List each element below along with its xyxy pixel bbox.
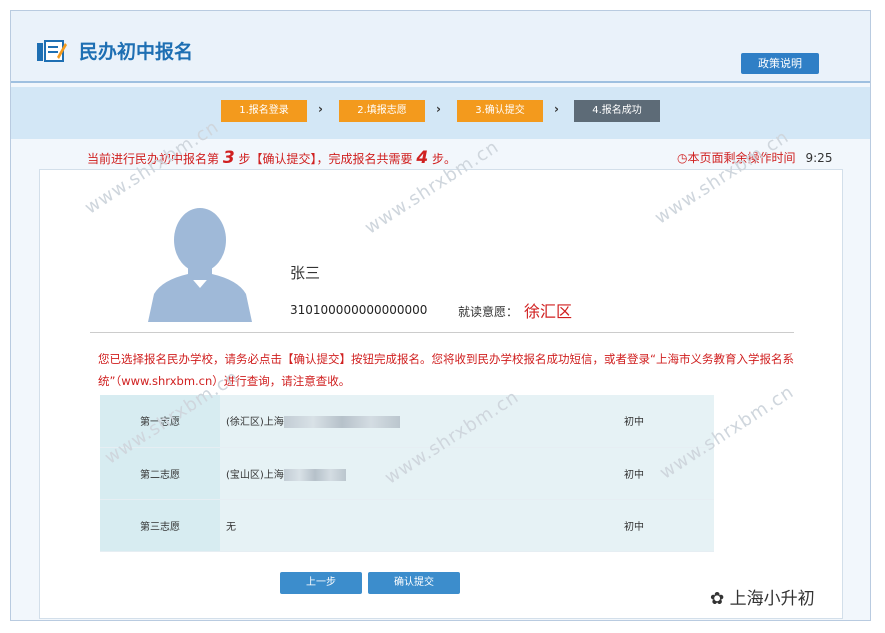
- choice-label: 第三志愿: [100, 499, 220, 552]
- clock-icon: ◷: [677, 151, 688, 165]
- choice-level: 初中: [620, 499, 714, 552]
- student-name: 张三: [290, 264, 321, 282]
- page-header: 民办初中报名 政策说明: [11, 11, 870, 83]
- avatar-placeholder-icon: [148, 208, 252, 322]
- confirmation-card: 张三 310100000000000000 就读意愿： 徐汇区 您已选择报名民办…: [39, 169, 843, 619]
- step-3-confirm: 3.确认提交: [457, 100, 543, 122]
- wechat-icon: ✿: [710, 589, 725, 609]
- page-title: 民办初中报名: [79, 41, 194, 63]
- choice-school: (徐汇区)上海: [220, 395, 620, 448]
- district-label: 就读意愿：: [458, 305, 519, 319]
- confirm-submit-button[interactable]: 确认提交: [368, 572, 460, 594]
- step-4-success: 4.报名成功: [574, 100, 660, 122]
- previous-step-button[interactable]: 上一步: [280, 572, 362, 594]
- step-arrow-icon: ›: [554, 102, 559, 116]
- redacted-blur: [283, 416, 400, 429]
- form-edit-icon: [37, 40, 67, 62]
- page-frame: 民办初中报名 政策说明 1.报名登录 › 2.填报志愿 › 3.确认提交 › 4…: [10, 10, 871, 621]
- table-row: 第三志愿 无 初中: [100, 499, 714, 552]
- policy-button[interactable]: 政策说明: [741, 53, 819, 74]
- student-id-number: 310100000000000000: [290, 303, 428, 317]
- current-step-number: 3: [222, 148, 235, 168]
- wechat-brand: ✿ 上海小升初: [710, 589, 815, 609]
- step-arrow-icon: ›: [436, 102, 441, 116]
- divider: [90, 332, 794, 333]
- total-step-number: 4: [416, 148, 429, 168]
- district-value: 徐汇区: [524, 302, 573, 321]
- step-arrow-icon: ›: [318, 102, 323, 116]
- step-2-fill: 2.填报志愿: [339, 100, 425, 122]
- redacted-blur: [283, 468, 346, 481]
- step-progress-bar: 1.报名登录 › 2.填报志愿 › 3.确认提交 › 4.报名成功: [11, 87, 870, 139]
- step-1-login: 1.报名登录: [221, 100, 307, 122]
- timer-value: 9:25: [805, 151, 833, 165]
- choice-school: 无: [220, 499, 620, 552]
